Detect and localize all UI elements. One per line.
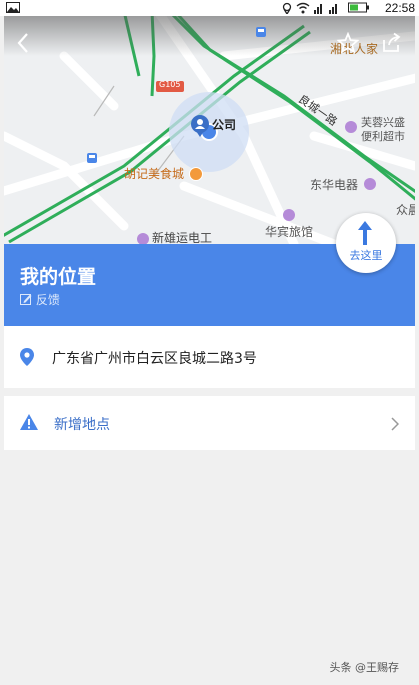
warning-icon bbox=[20, 414, 38, 434]
location-title: 我的位置 bbox=[20, 266, 97, 288]
edit-icon bbox=[20, 294, 32, 305]
navigate-arrow-icon bbox=[358, 221, 372, 245]
add-place-label: 新增地点 bbox=[54, 417, 110, 433]
store-icon[interactable] bbox=[345, 121, 357, 133]
go-here-button[interactable]: 去这里 bbox=[336, 213, 396, 273]
battery-icon bbox=[348, 2, 370, 16]
star-icon bbox=[337, 32, 359, 54]
signal-icon bbox=[314, 2, 344, 17]
restaurant-icon[interactable] bbox=[189, 167, 203, 181]
shop-icon[interactable] bbox=[364, 178, 376, 190]
gallery-icon bbox=[6, 2, 20, 16]
empty-area bbox=[4, 450, 415, 685]
hotel-icon[interactable] bbox=[283, 209, 295, 221]
location-pin-icon bbox=[20, 348, 34, 370]
road-shield-g105: G105 bbox=[159, 80, 181, 89]
feedback-label: 反馈 bbox=[35, 293, 60, 307]
location-icon bbox=[282, 2, 292, 17]
wifi-icon bbox=[296, 2, 310, 17]
poi-furong-label-2: 便利超市 bbox=[361, 130, 405, 143]
poi-company-label: 公司 bbox=[212, 118, 237, 132]
chevron-right-icon bbox=[391, 416, 400, 435]
go-here-label: 去这里 bbox=[349, 249, 383, 262]
poi-huabin-label: 华宾旅馆 bbox=[265, 225, 314, 239]
feedback-link[interactable]: 反馈 bbox=[20, 291, 60, 308]
map-view[interactable]: G105 良城一路 公司 胡记美食城 东华电器 新雄运电工 华宾旅馆 芙蓉兴盛 … bbox=[4, 16, 415, 244]
watermark: 头条 @王赐存 bbox=[329, 661, 400, 674]
address-row[interactable]: 广东省广州市白云区良城二路3号 bbox=[4, 326, 415, 388]
poi-edge-label: 众晨 bbox=[396, 203, 415, 217]
add-place-row[interactable]: 新增地点 bbox=[4, 396, 415, 450]
shop-icon[interactable] bbox=[137, 233, 149, 244]
clock: 22:58 bbox=[384, 1, 415, 15]
poi-dongfang-label: 东华电器 bbox=[310, 178, 359, 192]
status-bar: 22:58 bbox=[0, 0, 419, 16]
address-text: 广东省广州市白云区良城二路3号 bbox=[52, 351, 257, 367]
share-icon bbox=[383, 32, 401, 52]
poi-xinxiong-label: 新雄运电工 bbox=[152, 231, 213, 244]
poi-huji-label: 胡记美食城 bbox=[124, 167, 185, 181]
back-arrow-icon bbox=[17, 33, 28, 53]
